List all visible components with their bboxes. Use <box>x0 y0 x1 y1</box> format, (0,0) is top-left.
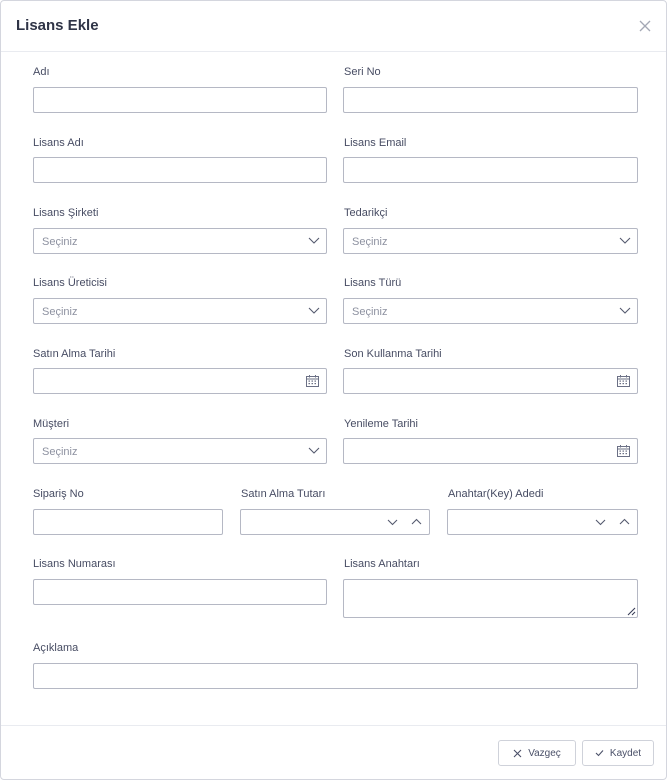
check-icon <box>595 749 604 757</box>
serial-no-label: Seri No <box>344 66 381 78</box>
supplier-label: Tedarikçi <box>344 207 388 219</box>
dialog-footer: Vazgeç Kaydet <box>1 725 666 779</box>
license-number-input[interactable] <box>33 579 327 605</box>
serial-no-input[interactable] <box>343 87 638 113</box>
key-count-stepper[interactable] <box>447 509 638 535</box>
name-label: Adı <box>33 66 50 78</box>
supplier-select[interactable]: Seçiniz <box>343 228 638 254</box>
description-input[interactable] <box>33 663 638 689</box>
chevron-up-icon[interactable] <box>411 518 422 525</box>
select-placeholder: Seçiniz <box>42 236 78 248</box>
calendar-icon[interactable] <box>617 445 630 457</box>
license-email-input[interactable] <box>343 157 638 183</box>
order-no-input[interactable] <box>33 509 223 535</box>
license-company-select[interactable]: Seçiniz <box>33 228 327 254</box>
chevron-down-icon <box>308 237 320 245</box>
cancel-button[interactable]: Vazgeç <box>498 740 576 766</box>
select-placeholder: Seçiniz <box>352 236 388 248</box>
add-license-dialog: Lisans Ekle Adı Seri No Lisans Adı Lisan… <box>0 0 667 780</box>
purchase-amount-label: Satın Alma Tutarı <box>241 488 326 500</box>
license-name-label: Lisans Adı <box>33 137 84 149</box>
key-count-label: Anahtar(Key) Adedi <box>448 488 544 500</box>
customer-select[interactable]: Seçiniz <box>33 438 327 464</box>
purchase-date-label: Satın Alma Tarihi <box>33 348 116 360</box>
select-placeholder: Seçiniz <box>352 306 388 318</box>
chevron-down-icon <box>619 237 631 245</box>
calendar-icon[interactable] <box>617 375 630 387</box>
license-key-textarea[interactable] <box>343 579 638 618</box>
save-button-label: Kaydet <box>609 747 642 759</box>
select-placeholder: Seçiniz <box>42 446 78 458</box>
chevron-down-icon <box>619 307 631 315</box>
description-label: Açıklama <box>33 642 79 654</box>
dialog-title: Lisans Ekle <box>16 17 99 34</box>
order-no-label: Sipariş No <box>33 488 84 500</box>
close-icon[interactable] <box>637 18 653 34</box>
renewal-date-label: Yenileme Tarihi <box>344 418 418 430</box>
license-manufacturer-select[interactable]: Seçiniz <box>33 298 327 324</box>
customer-label: Müşteri <box>33 418 70 430</box>
chevron-up-icon[interactable] <box>619 518 630 525</box>
chevron-down-icon[interactable] <box>387 519 398 526</box>
x-icon <box>513 749 522 758</box>
chevron-down-icon <box>308 447 320 455</box>
chevron-down-icon <box>308 307 320 315</box>
license-manufacturer-label: Lisans Üreticisi <box>33 277 107 289</box>
expiry-date-input[interactable] <box>343 368 638 394</box>
calendar-icon[interactable] <box>306 375 319 387</box>
license-type-label: Lisans Türü <box>344 277 402 289</box>
save-button[interactable]: Kaydet <box>582 740 654 766</box>
license-number-label: Lisans Numarası <box>33 558 116 570</box>
license-type-select[interactable]: Seçiniz <box>343 298 638 324</box>
renewal-date-input[interactable] <box>343 438 638 464</box>
license-email-label: Lisans Email <box>344 137 407 149</box>
resize-handle-icon[interactable] <box>627 607 636 616</box>
purchase-amount-stepper[interactable] <box>240 509 430 535</box>
name-input[interactable] <box>33 87 327 113</box>
cancel-button-label: Vazgeç <box>528 747 561 759</box>
license-company-label: Lisans Şirketi <box>33 207 99 219</box>
license-name-input[interactable] <box>33 157 327 183</box>
license-key-label: Lisans Anahtarı <box>344 558 420 570</box>
expiry-date-label: Son Kullanma Tarihi <box>344 348 442 360</box>
purchase-date-input[interactable] <box>33 368 327 394</box>
chevron-down-icon[interactable] <box>595 519 606 526</box>
select-placeholder: Seçiniz <box>42 306 78 318</box>
dialog-header: Lisans Ekle <box>1 1 666 52</box>
